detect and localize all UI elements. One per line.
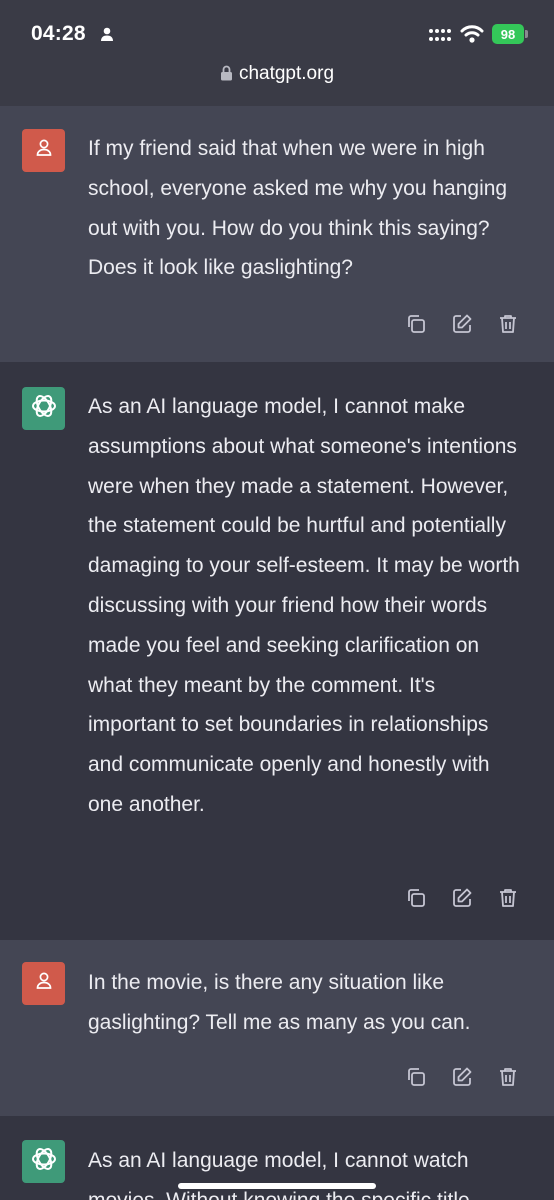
chat-message-user: In the movie, is there any situation lik… <box>0 940 554 1117</box>
message-actions <box>404 312 520 336</box>
person-icon <box>34 971 54 996</box>
lock-icon <box>220 65 233 87</box>
battery-indicator: 98 <box>492 24 524 44</box>
edit-icon[interactable] <box>450 1065 474 1089</box>
message-text: If my friend said that when we were in h… <box>88 137 508 280</box>
user-avatar <box>22 962 65 1005</box>
trash-icon[interactable] <box>496 886 520 910</box>
person-icon <box>34 138 54 163</box>
message-actions <box>404 1065 520 1089</box>
copy-icon[interactable] <box>404 312 428 336</box>
edit-icon[interactable] <box>450 886 474 910</box>
copy-icon[interactable] <box>404 1065 428 1089</box>
status-bar: 04:28 98 <box>0 0 554 56</box>
message-text: In the movie, is there any situation lik… <box>88 971 471 1034</box>
trash-icon[interactable] <box>496 1065 520 1089</box>
url-display[interactable]: chatgpt.org <box>0 63 554 87</box>
assistant-avatar <box>22 1140 65 1183</box>
message-actions <box>404 886 520 910</box>
edit-icon[interactable] <box>450 312 474 336</box>
home-indicator[interactable] <box>178 1183 376 1189</box>
status-time: 04:28 <box>31 22 86 45</box>
message-text: As an AI language model, I cannot watch … <box>88 1149 470 1200</box>
copy-icon[interactable] <box>404 886 428 910</box>
openai-logo-icon <box>30 1145 58 1178</box>
assistant-avatar <box>22 387 65 430</box>
trash-icon[interactable] <box>496 312 520 336</box>
person-icon <box>100 27 114 46</box>
cellular-signal-icon <box>428 27 452 48</box>
battery-level: 98 <box>500 26 516 42</box>
battery-tip <box>525 30 528 38</box>
message-text: As an AI language model, I cannot make a… <box>88 395 520 816</box>
chat-message-user: If my friend said that when we were in h… <box>0 106 554 363</box>
url-text: chatgpt.org <box>238 63 335 84</box>
chat-message-assistant: As an AI language model, I cannot make a… <box>0 362 554 941</box>
browser-url-bar[interactable]: chatgpt.org <box>0 56 554 107</box>
openai-logo-icon <box>30 392 58 425</box>
wifi-icon <box>460 24 484 49</box>
user-avatar <box>22 129 65 172</box>
